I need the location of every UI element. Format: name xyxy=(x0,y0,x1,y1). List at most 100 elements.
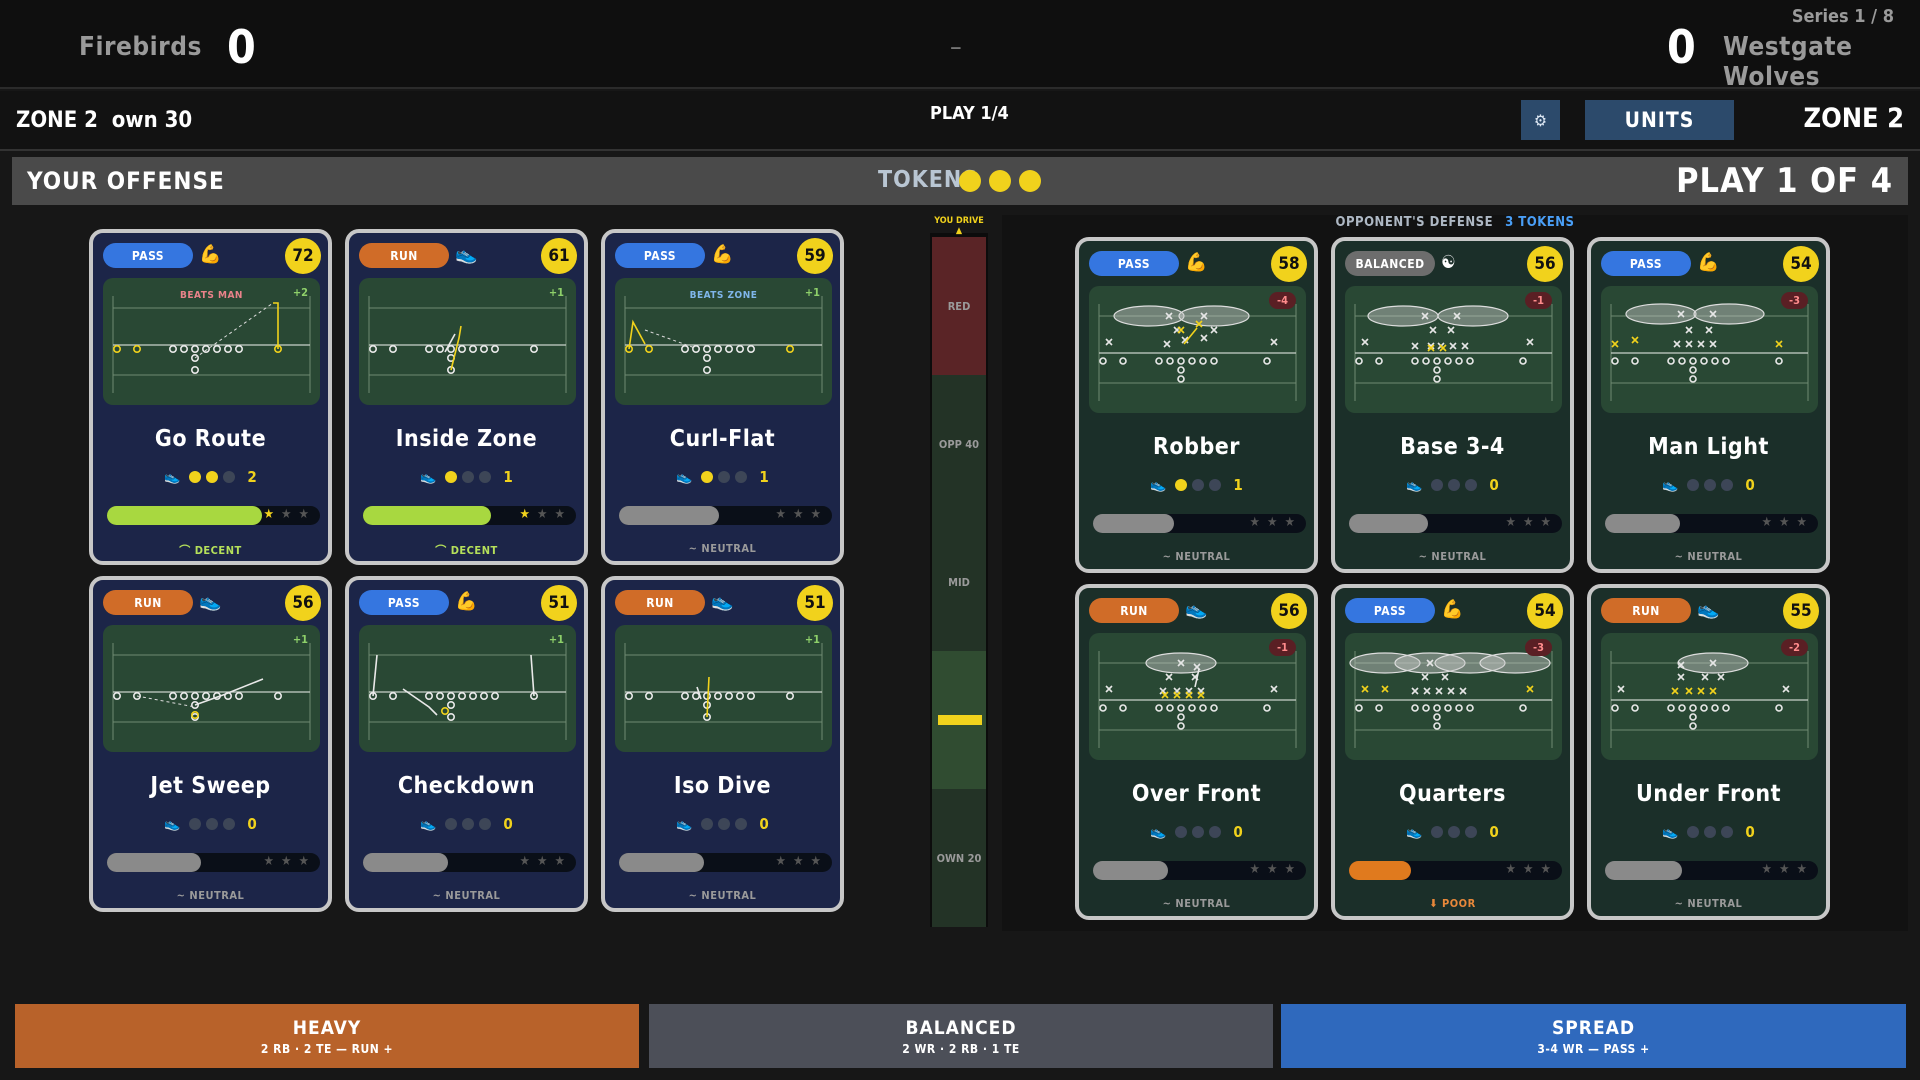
matchup-note: BEATS MAN xyxy=(180,290,243,301)
star-rating: ★★★ xyxy=(1762,862,1815,877)
drive-zone-label: RED xyxy=(947,299,971,313)
meter-fill xyxy=(107,506,263,525)
defense-card[interactable]: RUN 👟 56 -1 Over Front 👟 0 ★★★ ~ NEUTRAL xyxy=(1075,584,1318,920)
play-diagram: -2 xyxy=(1601,633,1818,760)
shoe-icon: 👟 xyxy=(711,591,734,612)
play-type-badge: PASS xyxy=(1089,251,1179,276)
cost-pip xyxy=(206,818,219,830)
token-cost: 👟 2 xyxy=(93,468,328,486)
offense-card[interactable]: PASS 💪 51 +1 Checkdown 👟 0 ★★★ ~ NEUTRAL xyxy=(345,576,588,912)
settings-button[interactable]: ⚙ xyxy=(1521,100,1560,140)
effectiveness-meter: ★★★ xyxy=(363,853,576,872)
arm-icon: 💪 xyxy=(455,591,478,612)
cleat-icon: 👟 xyxy=(676,816,693,832)
matchup-modifier: -1 xyxy=(1525,292,1552,309)
defense-card[interactable]: RUN 👟 55 -2 Under Front 👟 0 ★★★ ~ NEUTRAL xyxy=(1587,584,1830,920)
cleat-icon: 👟 xyxy=(420,816,437,832)
offense-card[interactable]: RUN 👟 61 +1 Inside Zone 👟 1 ★★★ ⌒ DECENT xyxy=(345,229,588,565)
token-cost: 👟 0 xyxy=(349,815,584,833)
matchup-modifier: +1 xyxy=(548,633,564,646)
star-icon: ★ xyxy=(537,854,555,869)
offense-card[interactable]: RUN 👟 51 +1 Iso Dive 👟 0 ★★★ ~ NEUTRAL xyxy=(601,576,844,912)
matchup-verdict: ~ NEUTRAL xyxy=(1674,550,1743,563)
effectiveness-meter: ★★★ xyxy=(1093,861,1306,880)
cleat-icon: 👟 xyxy=(1406,824,1423,840)
cost-pip xyxy=(1721,826,1734,838)
rating-badge: 61 xyxy=(541,238,577,274)
defense-card[interactable]: PASS 💪 58 -4 Robber 👟 1 ★★★ ~ NEUTRAL xyxy=(1075,237,1318,573)
play-counter: PLAY 1/4 xyxy=(930,103,1009,124)
star-icon: ★ xyxy=(554,507,572,522)
offense-card[interactable]: PASS 💪 59 +1 BEATS ZONE Curl-Flat 👟 1 ★★★ ~ NEUTR… xyxy=(601,229,844,565)
cleat-icon: 👟 xyxy=(1662,477,1679,493)
cleat-icon: 👟 xyxy=(164,469,181,485)
effectiveness-meter: ★★★ xyxy=(619,506,832,525)
formation-label: SPREAD xyxy=(1551,1016,1636,1039)
token-cost: 👟 0 xyxy=(605,815,840,833)
defense-card[interactable]: PASS 💪 54 -3 Quarters 👟 0 ★★★ ⬇ POOR xyxy=(1331,584,1574,920)
opponent-zone-indicator: ZONE 2 xyxy=(1803,103,1904,134)
token-cost: 👟 0 xyxy=(1591,476,1826,494)
effectiveness-meter: ★★★ xyxy=(1349,514,1562,533)
units-button[interactable]: UNITS xyxy=(1585,100,1734,140)
play-diagram: -1 xyxy=(1089,633,1306,760)
cost-pip xyxy=(1704,826,1717,838)
formation-button-spread[interactable]: SPREAD 3-4 WR — PASS + xyxy=(1281,1004,1906,1068)
star-icon: ★ xyxy=(554,854,572,869)
rating-badge: 59 xyxy=(797,238,833,274)
formation-button-heavy[interactable]: HEAVY 2 RB · 2 TE — RUN + xyxy=(15,1004,639,1068)
meter-fill xyxy=(1605,514,1680,533)
play-type-badge: RUN xyxy=(359,243,449,268)
star-rating: ★★★ xyxy=(1250,862,1303,877)
matchup-modifier: -2 xyxy=(1781,639,1808,656)
field-zone-indicator: ZONE 2 own 30 xyxy=(16,108,192,133)
formation-button-balanced[interactable]: BALANCED 2 WR · 2 RB · 1 TE xyxy=(649,1004,1273,1068)
play-type-badge: RUN xyxy=(1089,598,1179,623)
cost-pip xyxy=(701,818,714,830)
star-icon: ★ xyxy=(775,854,793,869)
defense-card[interactable]: PASS 💪 54 -3 Man Light 👟 0 ★★★ ~ NEUTRAL xyxy=(1587,237,1830,573)
star-icon: ★ xyxy=(263,507,281,522)
cost-pip xyxy=(206,471,219,483)
star-icon: ★ xyxy=(1249,862,1267,877)
scoreboard: Firebirds 0 – 0 Westgate Wolves Series 1… xyxy=(0,0,1920,92)
cost-pip xyxy=(1209,826,1222,838)
cost-pip xyxy=(1192,826,1205,838)
yin-yang-icon: ☯ xyxy=(1441,252,1456,273)
play-type-badge: RUN xyxy=(103,590,193,615)
star-rating: ★★★ xyxy=(520,507,573,522)
star-rating: ★★★ xyxy=(520,854,573,869)
defense-card[interactable]: BALANCED ☯ 56 -1 Base 3-4 👟 0 ★★★ ~ NEUTRAL xyxy=(1331,237,1574,573)
offense-card[interactable]: PASS 💪 72 +2 BEATS MAN Go Route 👟 2 ★★★ ⌒ DECENT xyxy=(89,229,332,565)
field-position: own 30 xyxy=(111,108,193,133)
token-cost: 👟 0 xyxy=(93,815,328,833)
token-coin xyxy=(1019,170,1041,192)
matchup-verdict: ⌒ DECENT xyxy=(435,544,498,557)
cost-pip xyxy=(189,471,202,483)
cost-pip xyxy=(445,471,458,483)
arm-icon: 💪 xyxy=(1697,252,1720,273)
star-rating: ★★★ xyxy=(1506,515,1559,530)
cost-pip xyxy=(445,818,458,830)
game-screen: Firebirds 0 – 0 Westgate Wolves Series 1… xyxy=(0,0,1920,1080)
away-team-name: Westgate Wolves xyxy=(1723,32,1853,92)
rating-badge: 54 xyxy=(1783,246,1819,282)
offense-card[interactable]: RUN 👟 56 +1 Jet Sweep 👟 0 ★★★ ~ NEUTRAL xyxy=(89,576,332,912)
star-icon: ★ xyxy=(1284,862,1302,877)
drive-zone-label: OWN 20 xyxy=(936,851,982,865)
token-cost-value: 0 xyxy=(1489,823,1499,841)
star-icon: ★ xyxy=(1779,515,1797,530)
matchup-verdict: ~ NEUTRAL xyxy=(688,542,757,555)
effectiveness-meter: ★★★ xyxy=(1605,514,1818,533)
star-icon: ★ xyxy=(1796,515,1814,530)
matchup-modifier: -3 xyxy=(1525,639,1552,656)
home-team-name: Firebirds xyxy=(79,32,202,62)
matchup-verdict: ⌒ DECENT xyxy=(179,544,242,557)
cost-pip xyxy=(718,471,731,483)
play-name: Curl-Flat xyxy=(669,426,776,452)
effectiveness-meter: ★★★ xyxy=(363,506,576,525)
star-icon: ★ xyxy=(1505,862,1523,877)
play-name: Jet Sweep xyxy=(150,773,271,799)
arm-icon: 💪 xyxy=(711,244,734,265)
star-rating: ★★★ xyxy=(1506,862,1559,877)
